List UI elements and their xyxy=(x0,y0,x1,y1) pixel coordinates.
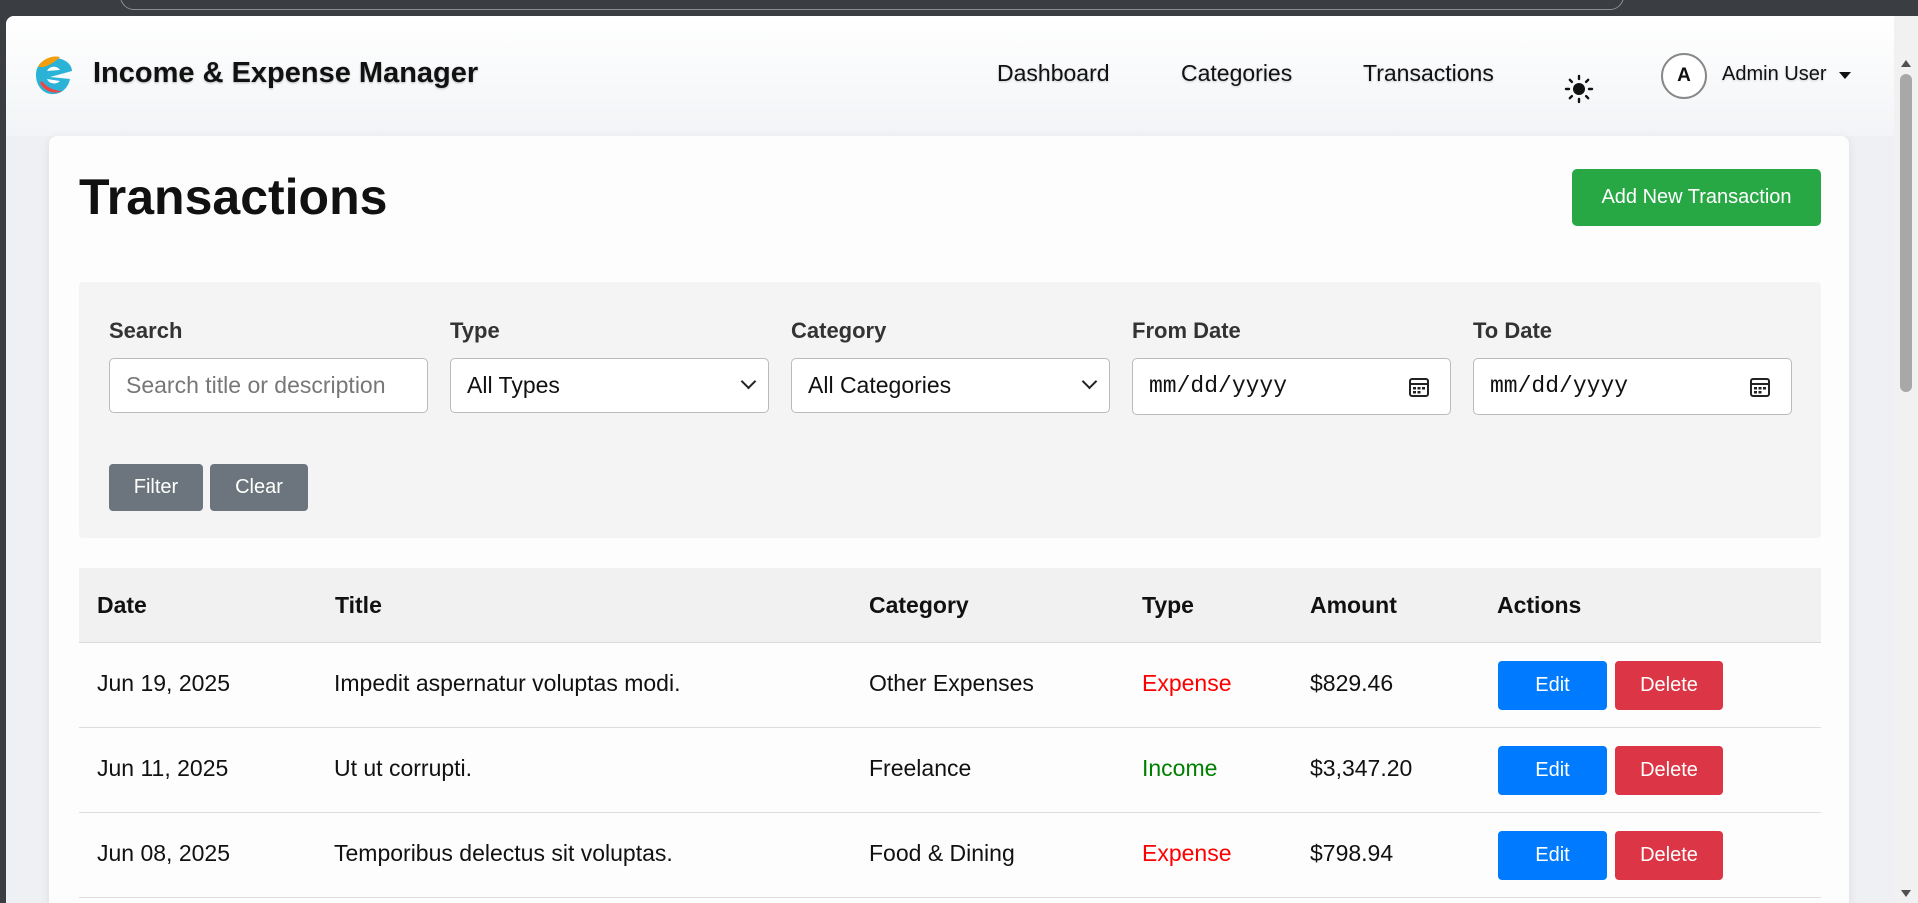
category-label: Category xyxy=(791,318,887,343)
col-category: Category xyxy=(869,592,969,618)
delete-button[interactable]: Delete xyxy=(1615,831,1723,880)
col-date: Date xyxy=(97,592,147,618)
row-type-expense: Expense xyxy=(1142,840,1232,866)
col-actions: Actions xyxy=(1497,592,1582,618)
row-date: Jun 08, 2025 xyxy=(97,840,231,866)
filter-button[interactable]: Filter xyxy=(109,464,203,511)
chevron-down-icon xyxy=(740,373,757,390)
chevron-down-icon[interactable] xyxy=(1839,72,1851,79)
row-amount: $798.94 xyxy=(1310,840,1394,866)
table-row: Jun 11, 2025 Ut ut corrupti. Freelance I… xyxy=(79,728,1821,813)
app-title[interactable]: Income & Expense Manager xyxy=(93,57,478,90)
edit-button[interactable]: Edit xyxy=(1498,661,1607,710)
row-date: Jun 11, 2025 xyxy=(97,755,229,781)
row-type-expense: Expense xyxy=(1142,670,1232,696)
row-title: Impedit aspernatur voluptas modi. xyxy=(334,670,681,696)
row-amount: $829.46 xyxy=(1310,670,1394,696)
delete-button[interactable]: Delete xyxy=(1615,746,1723,795)
row-title: Temporibus delectus sit voluptas. xyxy=(334,840,673,866)
app-logo-icon[interactable] xyxy=(30,53,76,99)
row-amount: $3,347.20 xyxy=(1310,755,1413,781)
type-select[interactable]: All Types xyxy=(450,358,769,413)
clear-button[interactable]: Clear xyxy=(210,464,308,511)
scroll-down-arrow-icon[interactable] xyxy=(1901,890,1911,897)
row-category: Other Expenses xyxy=(869,670,1034,696)
sun-icon[interactable] xyxy=(1564,74,1594,104)
edit-button[interactable]: Edit xyxy=(1498,831,1607,880)
col-type: Type xyxy=(1142,592,1194,618)
vertical-scrollbar[interactable] xyxy=(1894,16,1918,903)
nav-dashboard[interactable]: Dashboard xyxy=(997,60,1110,87)
to-date-input[interactable]: mm/dd/yyyy xyxy=(1473,358,1792,415)
user-menu-name[interactable]: Admin User xyxy=(1722,63,1826,86)
category-select-value: All Categories xyxy=(808,372,952,398)
calendar-icon[interactable] xyxy=(1408,376,1430,398)
type-label: Type xyxy=(450,318,500,343)
content-card: Transactions Add New Transaction Search … xyxy=(49,136,1849,903)
edit-button[interactable]: Edit xyxy=(1498,746,1607,795)
table-row: Jun 19, 2025 Impedit aspernatur voluptas… xyxy=(79,643,1821,728)
col-amount: Amount xyxy=(1310,592,1397,618)
page-viewport: Income & Expense Manager Dashboard Categ… xyxy=(6,16,1894,903)
chevron-down-icon xyxy=(1081,373,1098,390)
row-type-income: Income xyxy=(1142,755,1218,781)
row-category: Food & Dining xyxy=(869,840,1015,866)
scroll-up-arrow-icon[interactable] xyxy=(1901,60,1911,67)
row-date: Jun 19, 2025 xyxy=(97,670,231,696)
to-date-value: mm/dd/yyyy xyxy=(1490,373,1629,399)
browser-address-bar[interactable] xyxy=(120,0,1624,10)
row-title: Ut ut corrupti. xyxy=(334,755,473,781)
navbar: Income & Expense Manager Dashboard Categ… xyxy=(6,16,1894,136)
filter-panel: Search Type All Types Category All Categ… xyxy=(79,282,1821,538)
nav-categories[interactable]: Categories xyxy=(1181,60,1292,87)
add-new-transaction-button[interactable]: Add New Transaction xyxy=(1572,169,1821,226)
type-select-value: All Types xyxy=(467,372,560,398)
avatar[interactable]: A xyxy=(1661,53,1707,99)
row-category: Freelance xyxy=(869,755,972,781)
from-date-label: From Date xyxy=(1132,318,1241,343)
table-header: Date Title Category Type Amount Actions xyxy=(79,568,1821,643)
search-input[interactable] xyxy=(109,358,428,413)
category-select[interactable]: All Categories xyxy=(791,358,1110,413)
to-date-label: To Date xyxy=(1473,318,1553,343)
search-label: Search xyxy=(109,318,183,343)
delete-button[interactable]: Delete xyxy=(1615,661,1723,710)
table-row: Jun 08, 2025 Temporibus delectus sit vol… xyxy=(79,813,1821,898)
col-title: Title xyxy=(335,592,382,618)
nav-transactions[interactable]: Transactions xyxy=(1363,60,1494,87)
from-date-value: mm/dd/yyyy xyxy=(1149,373,1288,399)
scrollbar-thumb[interactable] xyxy=(1900,74,1912,392)
from-date-input[interactable]: mm/dd/yyyy xyxy=(1132,358,1451,415)
transactions-table: Date Title Category Type Amount Actions … xyxy=(79,568,1821,898)
page-title: Transactions xyxy=(79,169,388,225)
calendar-icon[interactable] xyxy=(1749,376,1771,398)
